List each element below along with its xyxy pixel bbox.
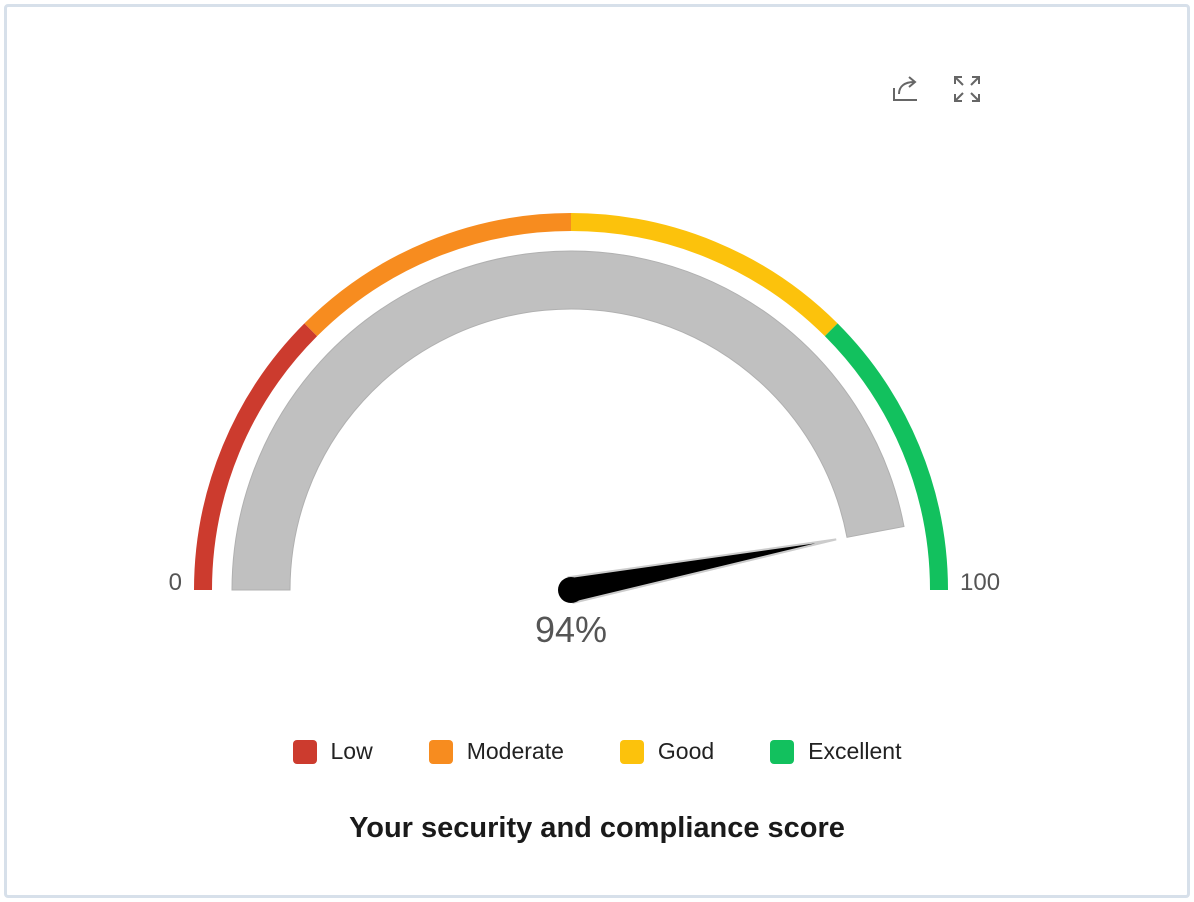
gauge-needle [567,538,837,604]
chart-title: Your security and compliance score [349,812,845,844]
gauge-value-label: 94% [535,609,607,650]
gauge-needle-hub [558,577,584,603]
legend-item-low[interactable]: Low [292,738,373,765]
legend-swatch-low [292,739,317,764]
gauge-chart: 0 100 94% [169,213,1000,650]
legend-swatch-excellent [770,739,795,764]
legend-swatch-good [619,739,644,764]
gauge-min-label: 0 [169,569,182,596]
legend: Low Moderate Good Excellent [0,738,1194,765]
legend-item-moderate[interactable]: Moderate [428,738,564,765]
legend-label-good: Good [657,738,715,764]
legend-label-moderate: Moderate [466,738,564,764]
legend-swatch-moderate [428,739,453,764]
legend-label-low: Low [330,738,373,764]
gauge-max-label: 100 [960,569,1000,596]
legend-item-good[interactable]: Good [619,738,715,765]
legend-item-excellent[interactable]: Excellent [770,738,901,765]
legend-label-excellent: Excellent [808,738,902,764]
